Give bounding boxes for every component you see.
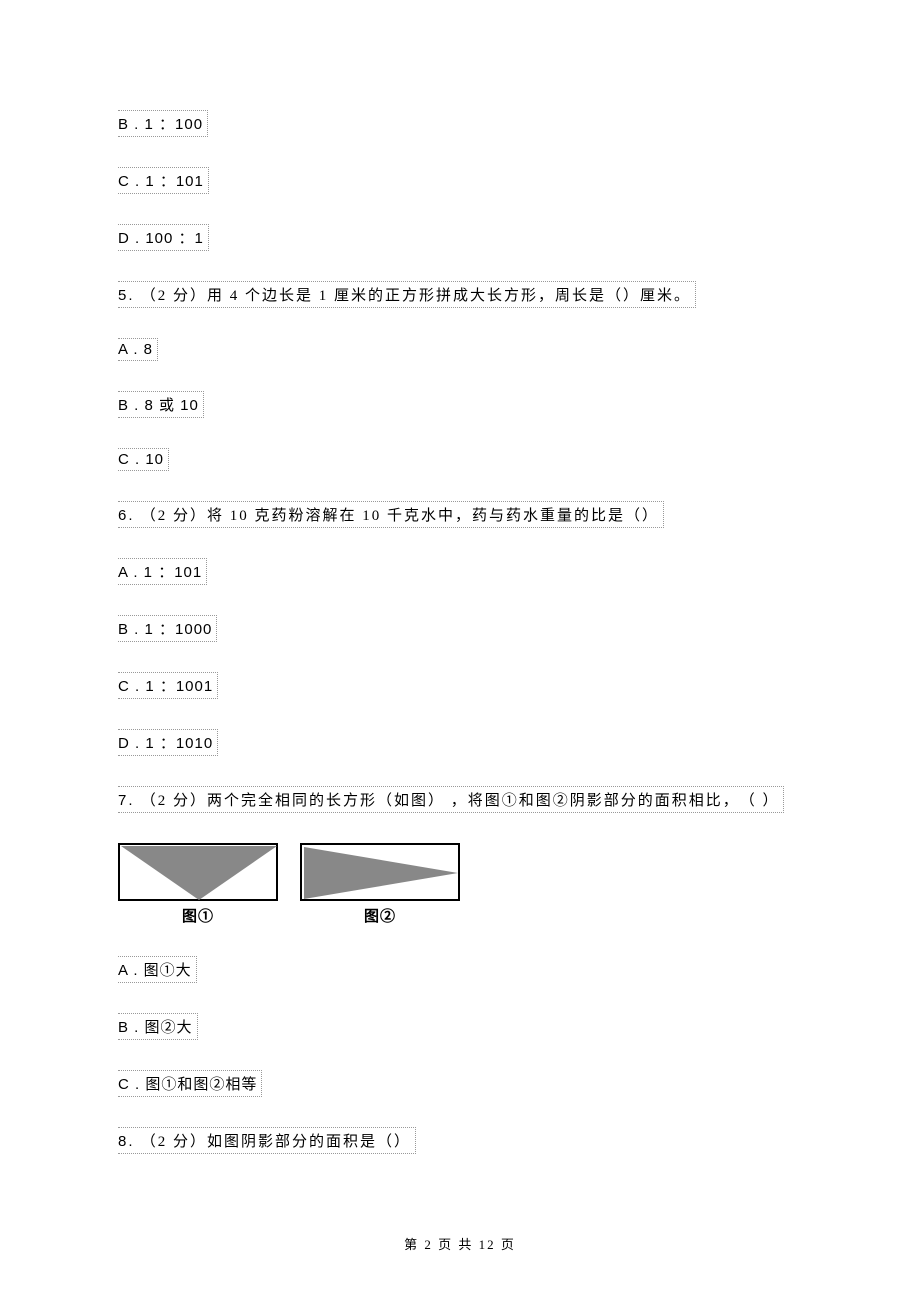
- q6-option-d: D . 1 ：1010: [118, 729, 218, 756]
- shaded-triangle-2-icon: [304, 847, 458, 899]
- q4-option-b: B . 1 ：100: [118, 110, 208, 137]
- q5-option-c: C . 10: [118, 448, 169, 471]
- figure-2-label: 图②: [364, 905, 396, 926]
- q6-option-b: B . 1 ：1000: [118, 615, 217, 642]
- q7-option-b: B . 图②大: [118, 1013, 198, 1040]
- rectangle-2-icon: [300, 843, 460, 901]
- q5-stem: 5. （2 分）用 4 个边长是 1 厘米的正方形拼成大长方形，周长是（ ）厘米…: [118, 281, 696, 308]
- page-footer: 第 2 页 共 12 页: [0, 1234, 920, 1253]
- q6-option-a: A . 1 ：101: [118, 558, 207, 585]
- shaded-triangle-1-icon: [121, 846, 277, 900]
- q7-option-a: A . 图①大: [118, 956, 197, 983]
- q7-figure-1: 图①: [118, 843, 278, 926]
- q5-option-b: B . 8 或 10: [118, 391, 204, 418]
- q7-option-c: C . 图①和图②相等: [118, 1070, 262, 1097]
- q8-stem: 8. （2 分）如图阴影部分的面积是（ ）: [118, 1127, 416, 1154]
- q7-stem: 7. （2 分）两个完全相同的长方形（如图） ，将图①和图②阴影部分的面积相比，…: [118, 786, 784, 813]
- q7-figure-2: 图②: [300, 843, 460, 926]
- q5-option-a: A . 8: [118, 338, 158, 361]
- figure-1-label: 图①: [182, 905, 214, 926]
- q6-option-c: C . 1 ：1001: [118, 672, 218, 699]
- q4-option-c: C . 1 ：101: [118, 167, 209, 194]
- rectangle-1-icon: [118, 843, 278, 901]
- q7-figures: 图① 图②: [118, 843, 802, 926]
- q4-option-d: D . 100 ：1: [118, 224, 209, 251]
- q6-stem: 6. （2 分）将 10 克药粉溶解在 10 千克水中，药与药水重量的比是（ ）: [118, 501, 664, 528]
